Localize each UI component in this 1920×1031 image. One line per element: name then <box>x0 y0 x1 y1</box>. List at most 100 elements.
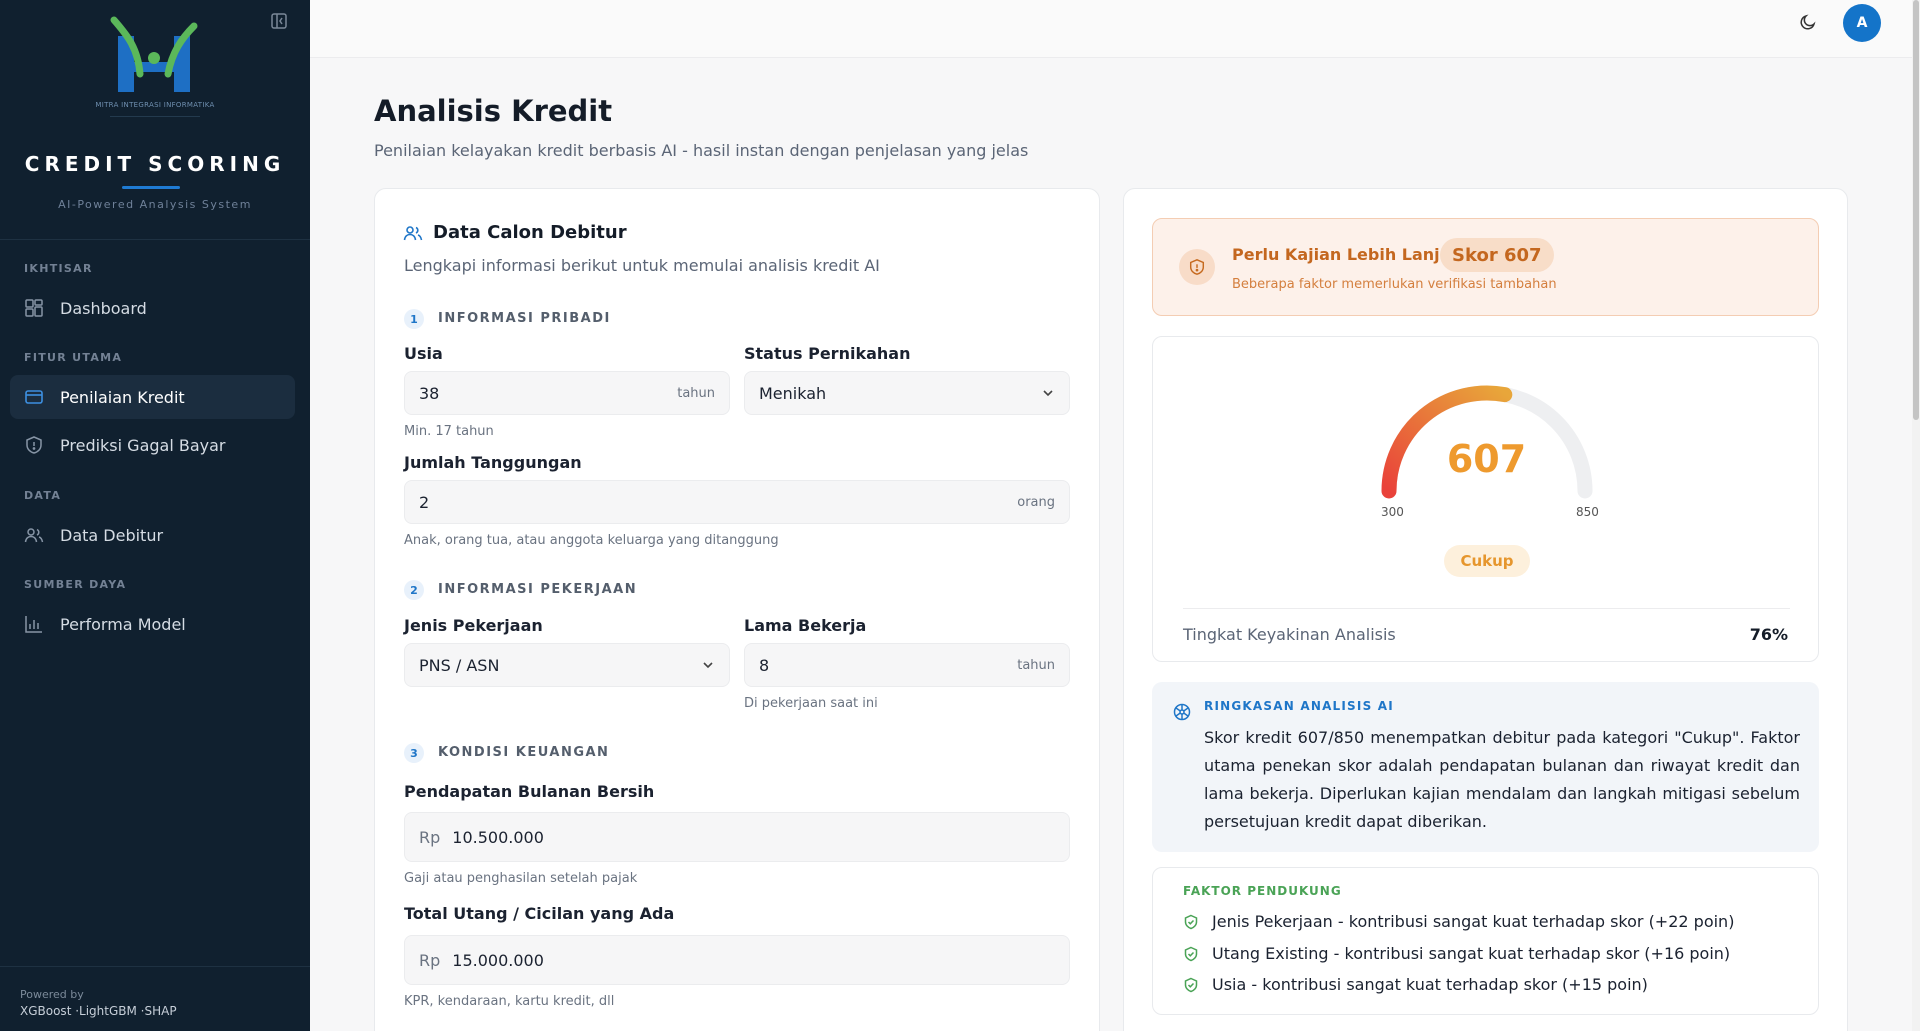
total-debt-input[interactable]: Rp 15.000.000 <box>404 935 1070 985</box>
confidence-label: Tingkat Keyakinan Analisis <box>1183 625 1396 644</box>
monthly-income-value: 10.500.000 <box>452 827 544 847</box>
score-category-badge: Cukup <box>1444 545 1530 577</box>
sidebar-item-label: Dashboard <box>60 298 147 318</box>
supporting-factors-card: FAKTOR PENDUKUNG Jenis Pekerjaan - kontr… <box>1152 867 1819 1015</box>
monthly-income-label: Pendapatan Bulanan Bersih <box>404 782 655 801</box>
shield-check-icon <box>1184 914 1198 929</box>
dependents-hint: Anak, orang tua, atau anggota keluarga y… <box>404 533 779 548</box>
work-duration-label: Lama Bekerja <box>744 616 867 635</box>
sidebar: MITRA INTEGRASI INFORMATIKA CREDIT SCORI… <box>0 0 310 1031</box>
page-scrollbar-thumb[interactable] <box>1913 0 1919 420</box>
ai-summary-card: RINGKASAN ANALISIS AI Skor kredit 607/85… <box>1152 682 1819 852</box>
dependents-label: Jumlah Tanggungan <box>404 453 582 472</box>
sidebar-collapse-icon[interactable] <box>270 12 288 30</box>
powered-by-label: Powered by <box>20 988 84 1001</box>
total-debt-value: 15.000.000 <box>452 950 544 970</box>
form-description: Lengkapi informasi berikut untuk memulai… <box>404 256 880 275</box>
marital-status-label: Status Pernikahan <box>744 344 911 363</box>
total-debt-hint: KPR, kendaraan, kartu kredit, dll <box>404 994 615 1009</box>
marital-status-select[interactable]: Menikah <box>744 371 1070 415</box>
brand-title: CREDIT SCORING <box>24 152 286 176</box>
sidebar-item-label: Penilaian Kredit <box>60 387 185 407</box>
job-type-value: PNS / ASN <box>419 655 500 675</box>
work-duration-suffix: tahun <box>1017 657 1055 673</box>
score-badge: Skor 607 <box>1440 238 1554 272</box>
ai-summary-title: RINGKASAN ANALISIS AI <box>1204 699 1394 713</box>
logo-divider <box>110 116 200 117</box>
work-duration-input[interactable]: 8 tahun <box>744 643 1070 687</box>
factor-item: Utang Existing - kontribusi sangat kuat … <box>1183 944 1730 963</box>
brand-subtitle: AI-Powered Analysis System <box>58 198 252 211</box>
ai-brain-icon <box>1173 703 1191 721</box>
chevron-down-icon <box>1043 390 1053 397</box>
gauge-min-label: 300 <box>1381 505 1404 519</box>
sidebar-item-label: Data Debitur <box>60 525 164 545</box>
monthly-income-hint: Gaji atau penghasilan setelah pajak <box>404 871 638 886</box>
sidebar-item-penilaian-kredit[interactable]: Penilaian Kredit <box>10 375 295 419</box>
section-data: DATA <box>24 489 62 502</box>
users-icon <box>403 226 423 241</box>
age-value: 38 <box>419 383 440 403</box>
step-label-informasi-pribadi: INFORMASI PRIBADI <box>438 311 611 326</box>
dark-mode-toggle-icon[interactable] <box>1799 13 1817 31</box>
alert-subtitle: Beberapa faktor memerlukan verifikasi ta… <box>1232 277 1557 292</box>
sidebar-item-prediksi-gagal-bayar[interactable]: Prediksi Gagal Bayar <box>10 423 295 467</box>
sidebar-item-performa-model[interactable]: Performa Model <box>10 602 295 646</box>
user-avatar[interactable]: A <box>1843 4 1881 42</box>
section-ikhtisar: IKHTISAR <box>24 262 93 275</box>
credit-card-icon <box>25 390 43 404</box>
chevron-down-icon <box>703 662 713 669</box>
age-hint: Min. 17 tahun <box>404 424 494 439</box>
currency-prefix: Rp <box>419 950 441 970</box>
brand-underline <box>122 186 180 189</box>
top-bar <box>310 0 1920 58</box>
page-title: Analisis Kredit <box>374 94 613 128</box>
section-fitur-utama: FITUR UTAMA <box>24 351 123 364</box>
sidebar-item-dashboard[interactable]: Dashboard <box>10 286 295 330</box>
factor-text: Utang Existing - kontribusi sangat kuat … <box>1212 944 1731 963</box>
factor-text: Jenis Pekerjaan - kontribusi sangat kuat… <box>1212 912 1735 931</box>
step-number: 1 <box>404 309 424 329</box>
users-icon <box>24 528 44 543</box>
factors-title: FAKTOR PENDUKUNG <box>1183 884 1342 898</box>
factor-item: Jenis Pekerjaan - kontribusi sangat kuat… <box>1183 912 1734 931</box>
work-duration-hint: Di pekerjaan saat ini <box>744 696 878 711</box>
shield-icon <box>26 436 42 454</box>
factor-text: Usia - kontribusi sangat kuat terhadap s… <box>1212 975 1648 994</box>
job-type-label: Jenis Pekerjaan <box>404 616 543 635</box>
sidebar-item-label: Prediksi Gagal Bayar <box>60 435 226 455</box>
score-gauge-card: 607 300 850 Cukup Tingkat Keyakinan Anal… <box>1152 336 1819 662</box>
step-label-informasi-pekerjaan: INFORMASI PEKERJAAN <box>438 582 638 597</box>
gauge-max-label: 850 <box>1576 505 1599 519</box>
age-label: Usia <box>404 344 443 363</box>
shield-alert-icon <box>1179 249 1215 285</box>
bar-chart-icon <box>25 616 42 633</box>
step-number: 3 <box>404 743 424 763</box>
step-label-kondisi-keuangan: KONDISI KEUANGAN <box>438 745 610 760</box>
company-logo <box>110 16 198 92</box>
dependents-value: 2 <box>419 492 430 512</box>
marital-status-value: Menikah <box>759 383 827 403</box>
work-duration-value: 8 <box>759 655 770 675</box>
page-subtitle: Penilaian kelayakan kredit berbasis AI -… <box>374 141 1029 160</box>
shield-check-icon <box>1184 946 1198 961</box>
sidebar-item-label: Performa Model <box>60 614 186 634</box>
age-input[interactable]: 38 tahun <box>404 371 730 415</box>
sidebar-item-data-debitur[interactable]: Data Debitur <box>10 513 295 557</box>
sidebar-footer-divider <box>0 966 310 967</box>
shield-check-icon <box>1184 977 1198 992</box>
dashboard-icon <box>25 299 43 317</box>
currency-prefix: Rp <box>419 827 441 847</box>
ai-summary-text: Skor kredit 607/850 menempatkan debitur … <box>1204 728 1800 831</box>
form-title: Data Calon Debitur <box>433 222 627 243</box>
gauge-score: 607 <box>1446 437 1527 481</box>
review-alert: Perlu Kajian Lebih Lanjut Skor 607 Beber… <box>1152 218 1819 316</box>
job-type-select[interactable]: PNS / ASN <box>404 643 730 687</box>
confidence-value: 76% <box>1749 625 1788 644</box>
dependents-suffix: orang <box>1017 494 1055 510</box>
monthly-income-input[interactable]: Rp 10.500.000 <box>404 812 1070 862</box>
powered-by-stack: XGBoost ·LightGBM ·SHAP <box>20 1004 177 1018</box>
logo-area: MITRA INTEGRASI INFORMATIKA CREDIT SCORI… <box>0 0 310 240</box>
factor-item: Usia - kontribusi sangat kuat terhadap s… <box>1183 975 1648 994</box>
dependents-input[interactable]: 2 orang <box>404 480 1070 524</box>
